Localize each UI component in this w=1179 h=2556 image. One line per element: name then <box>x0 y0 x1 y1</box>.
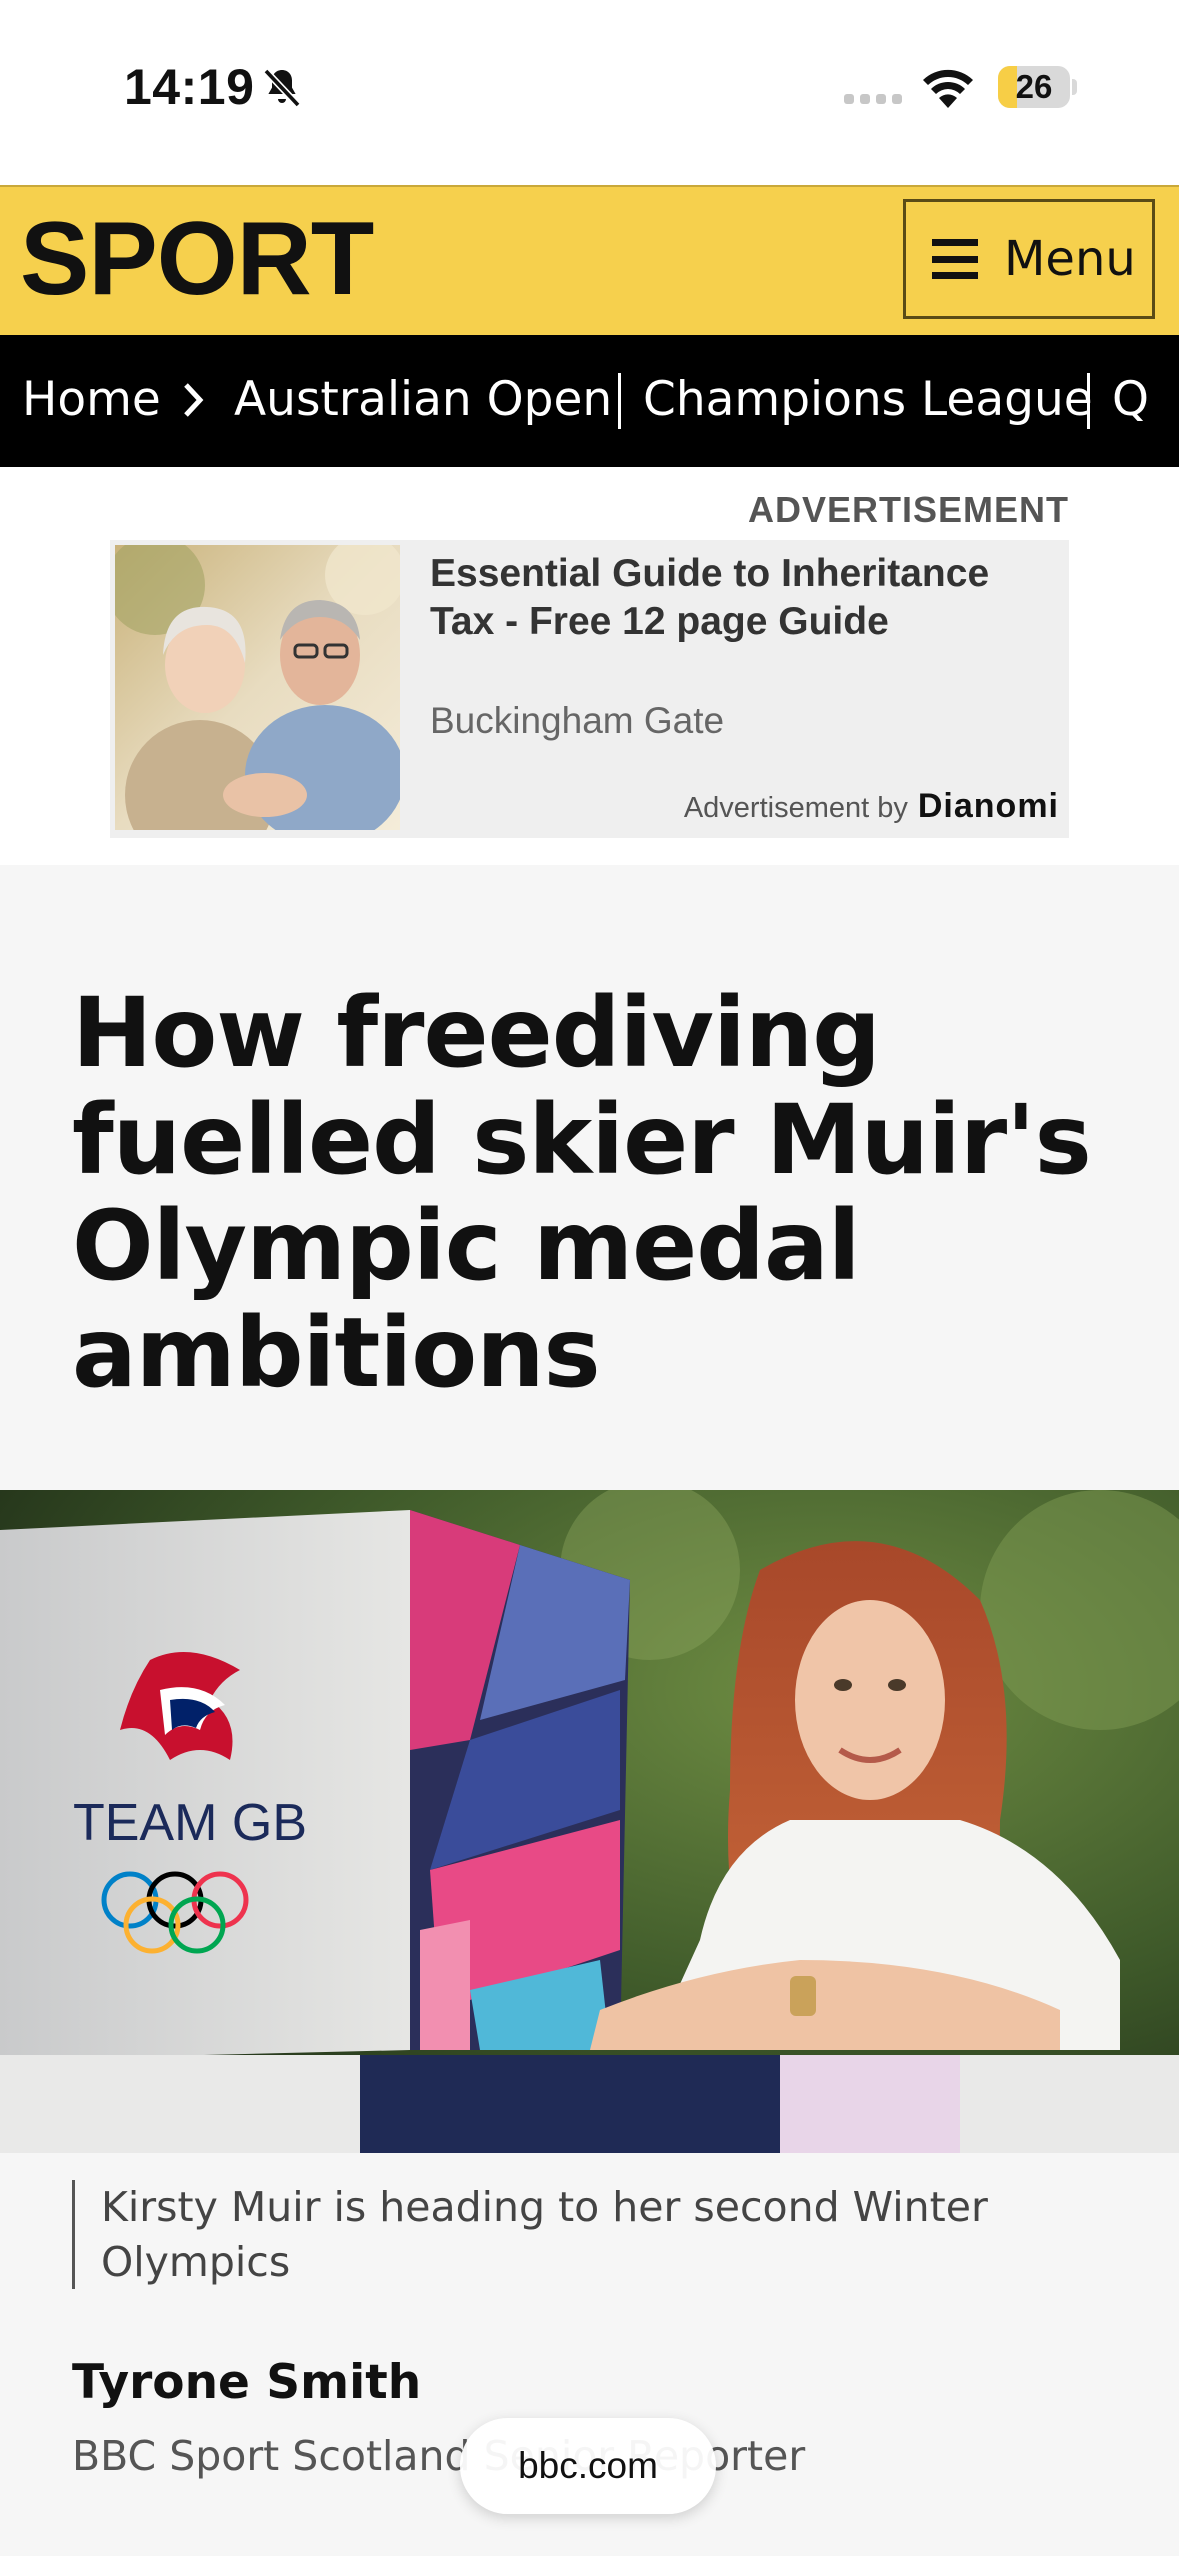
sport-header: SPORT Menu <box>0 185 1179 335</box>
menu-label: Menu <box>1004 231 1136 287</box>
cellular-signal-icon <box>844 94 902 104</box>
hero-image: TEAM GB <box>0 1490 1179 2153</box>
hero-box-text: TEAM GB <box>73 1794 307 1852</box>
image-caption: Kirsty Muir is heading to her second Win… <box>72 2180 1112 2290</box>
ad-label: ADVERTISEMENT <box>747 489 1069 530</box>
browser-url-pill[interactable]: bbc.com <box>460 2418 716 2514</box>
advertisement-section: ADVERTISEMENT Essential Guide to Inherit… <box>0 467 1179 865</box>
ad-image[interactable] <box>115 545 400 830</box>
ad-attribution[interactable]: Advertisement by Dianomi <box>684 787 1059 826</box>
ad-advertiser: Buckingham Gate <box>430 700 725 741</box>
ad-card[interactable]: Essential Guide to Inheritance Tax - Fre… <box>110 540 1069 838</box>
hamburger-icon <box>932 239 978 279</box>
nav-item-partial[interactable]: Q <box>1112 369 1149 430</box>
chevron-right-icon <box>184 383 204 417</box>
status-bar: 14:19 26 <box>0 0 1179 185</box>
battery-icon: 26 <box>998 66 1078 108</box>
dianomi-logo: Dianomi <box>917 787 1059 825</box>
battery-body: 26 <box>998 66 1070 108</box>
menu-button[interactable]: Menu <box>903 199 1155 319</box>
nav-divider <box>618 373 621 429</box>
ad-headline[interactable]: Essential Guide to Inheritance Tax - Fre… <box>430 550 990 646</box>
nav-item-champions-league[interactable]: Champions League <box>643 369 1093 430</box>
status-time: 14:19 <box>124 59 255 115</box>
bell-slash-icon <box>263 68 301 108</box>
nav-item-home[interactable]: Home <box>22 369 161 430</box>
author-name: Tyrone Smith <box>72 2355 422 2410</box>
nav-item-australian-open[interactable]: Australian Open <box>234 369 612 430</box>
nav-divider <box>1087 373 1090 429</box>
ad-photo-couple <box>115 545 400 830</box>
section-nav: Home Australian Open Champions League Q <box>0 335 1179 467</box>
hero-photo: TEAM GB <box>0 1490 1179 2153</box>
sport-logo[interactable]: SPORT <box>20 207 374 311</box>
wifi-icon <box>923 69 973 108</box>
article-headline: How freediving fuelled skier Muir's Olym… <box>72 977 1092 1409</box>
ad-by-text: Advertisement by <box>683 792 908 824</box>
battery-level-text: 26 <box>1015 68 1053 105</box>
battery-nub <box>1072 79 1077 95</box>
